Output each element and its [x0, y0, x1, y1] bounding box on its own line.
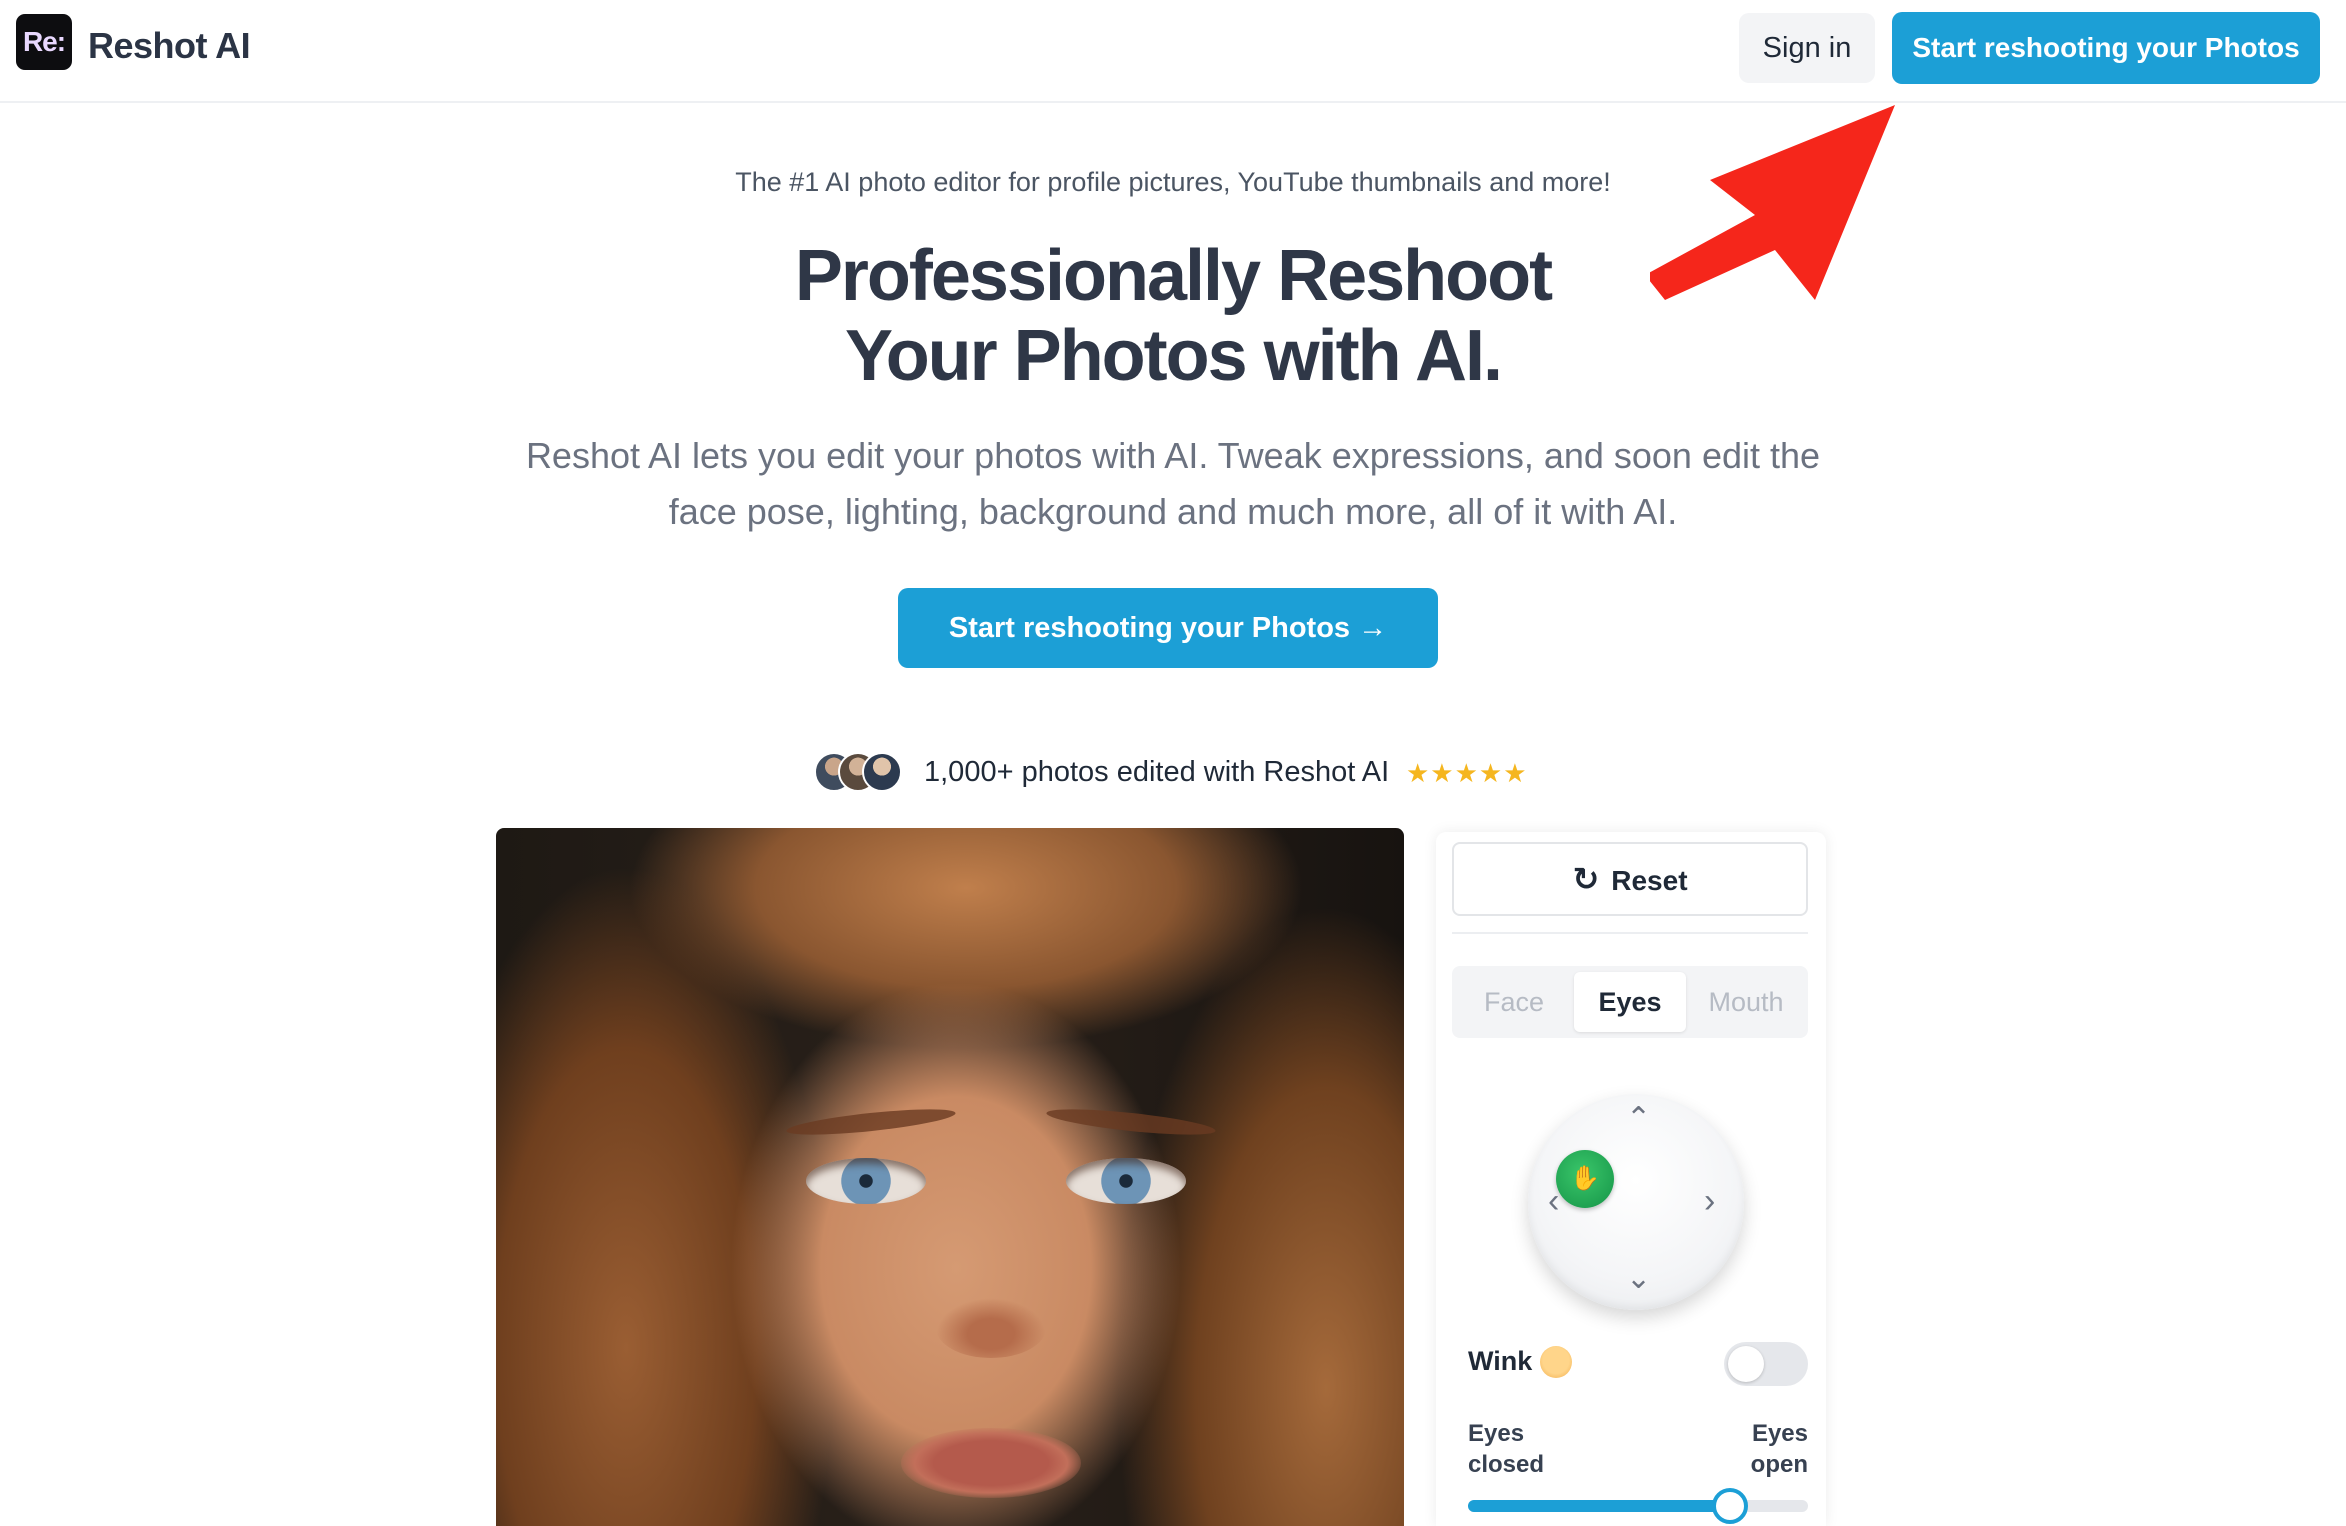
wink-label: Wink [1468, 1346, 1533, 1376]
page: Re: Reshot AI Sign in Start reshooting y… [0, 0, 2346, 1526]
slider-fill [1468, 1500, 1730, 1512]
wink-toggle[interactable] [1724, 1342, 1808, 1386]
left-eye [806, 1158, 926, 1204]
start-reshooting-nav-button[interactable]: Start reshooting your Photos [1892, 12, 2320, 84]
gaze-direction-dial[interactable]: ⌃ ⌄ › ‹ ✋ [1528, 1094, 1744, 1310]
divider [1452, 932, 1808, 934]
slider-handle[interactable] [1711, 1488, 1748, 1524]
sign-in-button[interactable]: Sign in [1739, 13, 1875, 83]
eyes-open-label: Eyes open [1736, 1418, 1808, 1480]
wink-emoji-icon [1540, 1346, 1572, 1378]
top-nav: Re: Reshot AI Sign in Start reshooting y… [0, 0, 2346, 103]
headline-line-1: Professionally Reshoot [794, 236, 1553, 316]
subhead-line-2: face pose, lighting, background and much… [668, 491, 1678, 532]
page-title: Professionally Reshoot Your Photos with … [0, 236, 2346, 396]
demo-portrait-photo [496, 828, 1404, 1526]
range-right-line-2: open [1750, 1451, 1808, 1478]
feature-tabs: Face Eyes Mouth [1452, 966, 1808, 1038]
range-left-line-2: closed [1468, 1451, 1545, 1478]
range-right-line-1: Eyes [1751, 1420, 1808, 1447]
tab-mouth[interactable]: Mouth [1690, 972, 1802, 1032]
reset-button[interactable]: ↻ Reset [1452, 842, 1808, 916]
toggle-thumb [1728, 1346, 1764, 1382]
right-eye [1066, 1158, 1186, 1204]
subheadline: Reshot AI lets you edit your photos with… [500, 428, 1846, 540]
logo[interactable]: Re: [16, 14, 72, 70]
chevron-up-icon: ⌃ [1626, 1102, 1652, 1135]
subhead-line-1: Reshot AI lets you edit your photos with… [525, 435, 1821, 476]
tab-eyes[interactable]: Eyes [1574, 972, 1686, 1032]
editor-panel: ↻ Reset Face Eyes Mouth ⌃ ⌄ › ‹ ✋ Wink Ey… [1436, 832, 1826, 1526]
headline-line-2: Your Photos with AI. [845, 316, 1503, 396]
reset-label: Reset [1611, 865, 1688, 896]
avatar [862, 752, 902, 792]
tagline: The #1 AI photo editor for profile pictu… [735, 167, 1611, 197]
chevron-right-icon: › [1704, 1182, 1716, 1220]
eyes-closed-label: Eyes closed [1468, 1418, 1544, 1480]
hand-grab-icon[interactable]: ✋ [1556, 1150, 1614, 1208]
lips [901, 1428, 1081, 1498]
refresh-icon: ↻ [1572, 861, 1600, 897]
brand-name[interactable]: Reshot AI [88, 25, 251, 67]
user-avatars [814, 752, 906, 794]
left-eyebrow [785, 1104, 957, 1140]
proof-text: 1,000+ photos edited with Reshot AI [924, 756, 1390, 788]
nose [936, 1298, 1046, 1358]
star-rating-icon: ★★★★★ [1406, 758, 1528, 788]
range-left-line-1: Eyes [1468, 1420, 1525, 1447]
chevron-down-icon: ⌄ [1626, 1262, 1652, 1295]
start-reshooting-hero-button[interactable]: Start reshooting your Photos → [898, 588, 1438, 668]
eyes-open-slider[interactable] [1468, 1488, 1808, 1524]
social-proof: 1,000+ photos edited with Reshot AI ★★★★… [814, 748, 1554, 798]
tab-face[interactable]: Face [1458, 972, 1570, 1032]
right-eyebrow [1045, 1104, 1217, 1140]
logo-text: Re: [22, 26, 66, 57]
